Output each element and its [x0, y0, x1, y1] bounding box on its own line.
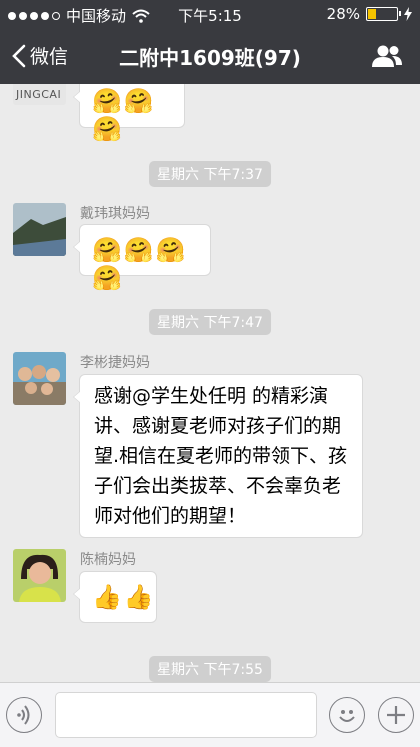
- sender-name: 陈楠妈妈: [80, 552, 136, 568]
- message-input[interactable]: [55, 692, 317, 738]
- group-members-icon[interactable]: [370, 44, 404, 68]
- message-bubble[interactable]: 🤗🤗🤗🤗: [73, 224, 211, 292]
- more-options-button[interactable]: [378, 697, 414, 733]
- sender-name: 李彬捷妈妈: [80, 355, 150, 371]
- avatar-logo-text: JINGCAI: [16, 88, 62, 101]
- timestamp-chip: 星期六 下午7:55: [149, 656, 271, 682]
- charging-icon: [404, 7, 412, 21]
- timestamp-chip: 星期六 下午7:37: [149, 161, 271, 187]
- nav-bar: 微信 二附中1609班(97): [0, 28, 420, 84]
- emoji-button[interactable]: [329, 697, 365, 733]
- battery-icon: [366, 7, 401, 21]
- avatar[interactable]: [13, 549, 66, 602]
- avatar[interactable]: JINGCAI: [13, 84, 66, 105]
- input-bar: [0, 682, 420, 747]
- avatar[interactable]: [13, 203, 66, 256]
- voice-icon: [17, 705, 30, 725]
- voice-input-button[interactable]: [6, 697, 42, 733]
- chat-title: 二附中1609班(97): [119, 46, 301, 70]
- avatar[interactable]: [13, 352, 66, 405]
- message-bubble[interactable]: 👍👍: [73, 571, 157, 623]
- chat-area[interactable]: JINGCAI 🤗🤗🤗 星期六 下午7:37 戴玮琪妈妈 🤗🤗🤗🤗 星期六 下午…: [0, 84, 420, 682]
- sender-name: 戴玮琪妈妈: [80, 206, 150, 222]
- message-bubble[interactable]: 🤗🤗🤗: [73, 84, 185, 143]
- status-bar: 中国移动 下午5:15 28%: [0, 0, 420, 28]
- status-right: 28%: [327, 5, 412, 23]
- plus-icon: [387, 706, 405, 724]
- smiley-icon: [339, 710, 355, 722]
- message-bubble[interactable]: 感谢@学生处任明 的精彩演讲、感谢夏老师对孩子们的期望.相信在夏老师的带领下、孩…: [73, 374, 363, 538]
- timestamp-chip: 星期六 下午7:47: [149, 309, 271, 335]
- battery-percent: 28%: [326, 5, 360, 23]
